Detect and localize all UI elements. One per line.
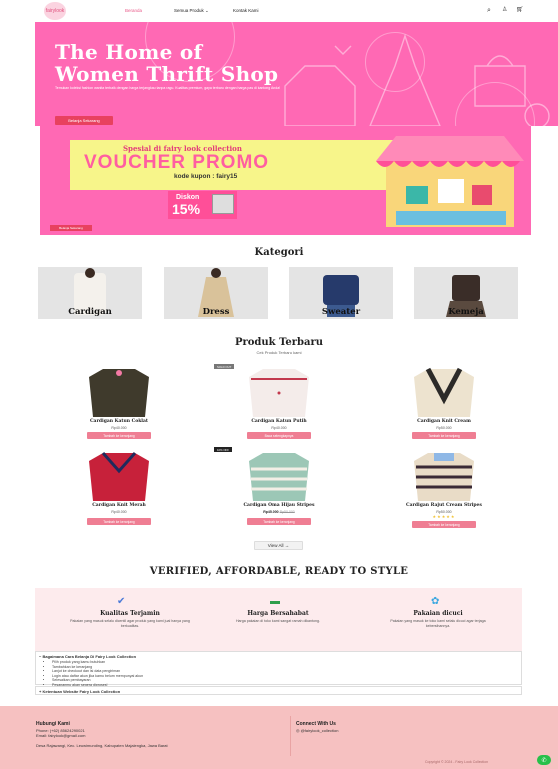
feature-title: Harga Bersahabat [247, 610, 309, 617]
user-icon[interactable]: ♙ [502, 7, 509, 14]
product-price: Rp40.000 [111, 510, 127, 514]
site-footer: Hubungi Kami Phone: (+62) 85624290021 Em… [0, 706, 558, 769]
products-title: Produk Terbaru [234, 337, 324, 348]
category-card-kemeja[interactable]: Kemeja [414, 267, 518, 319]
feature-desc: Harga pakaian di toko kami sangat ramah … [235, 619, 321, 623]
product-name[interactable]: Cardigan Katun Putih [214, 419, 344, 424]
footer-address: Desa Rajawangi, Kec. Leuwimunding, Kabup… [36, 743, 168, 748]
add-to-cart-button[interactable]: Tambah ke keranjang [87, 518, 151, 525]
accordion-how-to-shop[interactable]: − Bagaimana Cara Belanja Di Fairy Look C… [35, 651, 522, 688]
feature-title: Pakaian dicuci [413, 610, 463, 617]
gift-box-icon [212, 194, 234, 214]
hero-title: The Home of Women Thrift Shop [55, 40, 279, 86]
accordion-header[interactable]: + Ketentuan Website Fairy Look Collectio… [39, 689, 120, 694]
nav-beranda[interactable]: Beranda [125, 8, 142, 13]
add-to-cart-button[interactable]: Tambah ke keranjang [412, 521, 476, 528]
cart-icon[interactable]: 🛒︎ [516, 7, 524, 14]
tagline: VERIFIED, AFFORDABLE, READY TO STYLE [149, 566, 409, 577]
product-price: Rp40.000 [111, 426, 127, 430]
promo-shop-button[interactable]: Belanja Sekarang [50, 225, 92, 231]
footer-connect-title: Connect With Us [296, 721, 336, 727]
washing-icon: ✿ [431, 596, 440, 607]
products-subtitle: Cek Produk Terbaru kami [256, 350, 302, 355]
nav-kontak-kami[interactable]: Kontak Kami [233, 8, 259, 13]
category-card-cardigan[interactable]: Cardigan [38, 267, 142, 319]
feature-title: Kualitas Terjamin [100, 610, 160, 617]
rating-stars: ★★★★★ [432, 514, 456, 519]
product-image-cardigan-knit-cream[interactable] [404, 363, 484, 421]
product-name[interactable]: Cardigan Oma Hijau Stripes [214, 503, 344, 508]
whatsapp-icon[interactable]: ✆ [537, 755, 551, 765]
shop-now-button[interactable]: Belanja Sekarang [55, 116, 113, 125]
search-icon[interactable]: ⌕ [487, 7, 494, 14]
footer-divider [290, 716, 291, 756]
view-all-button[interactable]: View All → [254, 541, 303, 550]
accordion-header[interactable]: − Bagaimana Cara Belanja Di Fairy Look C… [39, 654, 136, 659]
hero-subtitle: Temukan koleksi fashion wanita terbaik d… [55, 86, 281, 90]
sold-out-badge: SOLD OUT [214, 364, 235, 369]
promo-code: kode kupon : fairy15 [174, 173, 238, 180]
accordion-terms[interactable]: + Ketentuan Website Fairy Look Collectio… [35, 686, 522, 695]
site-logo[interactable]: fairylook [44, 2, 66, 20]
product-image-cardigan-katun-coklat[interactable] [79, 363, 159, 421]
site-header: fairylook Beranda Semua Produk ⌄ Kontak … [0, 0, 558, 22]
discount-badge: Diskon 15% [168, 191, 237, 219]
instagram-icon: ◎ [296, 728, 300, 733]
product-image-cardigan-oma-hijau-stripes[interactable] [239, 447, 319, 505]
shopping-steps-list: Pilih produk yang kamu butuhkan Tambahka… [52, 660, 143, 688]
copyright: Copyright © 2024 - Fairy Look Collection [425, 760, 489, 764]
feature-desc: Pakaian yang masuk ke toko kami selalu d… [390, 619, 486, 628]
voucher-promo-banner[interactable]: Spesial di fairy look collection VOUCHER… [40, 126, 531, 235]
add-to-cart-button[interactable]: Tambah ke keranjang [412, 432, 476, 439]
product-price: Rp50.000 [436, 426, 452, 430]
product-name[interactable]: Cardigan Knit Merah [54, 503, 184, 508]
minus-icon: − [39, 654, 42, 659]
product-name[interactable]: Cardigan Rajut Cream Stripes [379, 503, 509, 508]
discount-badge: 10% OFF [214, 447, 232, 452]
nav-semua-produk[interactable]: Semua Produk ⌄ [174, 8, 209, 14]
product-price: Rp40.000 [271, 426, 287, 430]
product-image-cardigan-knit-merah[interactable] [79, 447, 159, 505]
add-to-cart-button[interactable]: Tambah ke keranjang [247, 518, 311, 525]
product-name[interactable]: Cardigan Katun Coklat [54, 419, 184, 424]
categories-title: Kategori [254, 247, 304, 258]
add-to-cart-button[interactable]: Tambah ke keranjang [87, 432, 151, 439]
hero-clothing-illustration [284, 33, 550, 126]
product-name[interactable]: Cardigan Knit Cream [379, 419, 509, 424]
read-more-button[interactable]: Baca selengkapnya [247, 432, 311, 439]
footer-email[interactable]: Email: fairylook@gmail.com [36, 733, 85, 739]
instagram-link[interactable]: ◎ @fairylook_collection [296, 728, 338, 734]
hero-banner: The Home of Women Thrift Shop Temukan ko… [35, 22, 558, 126]
arrow-right-icon: → [284, 543, 290, 548]
plus-icon: + [39, 689, 42, 694]
product-price: Rp45.000 Rp50.000 [263, 510, 295, 514]
check-icon: ✔ [117, 596, 126, 607]
chevron-down-icon: ⌄ [205, 8, 209, 13]
market-stall-illustration [376, 136, 524, 227]
feature-desc: Pakaian yang masuk selalu dicentil agar … [70, 619, 190, 628]
category-card-dress[interactable]: Dress [164, 267, 268, 319]
product-image-cardigan-katun-putih[interactable] [239, 363, 319, 421]
promo-title: VOUCHER PROMO [84, 152, 270, 173]
features-panel: ✔ Kualitas Terjamin Pakaian yang masuk s… [35, 588, 522, 651]
product-image-cardigan-rajut-cream-stripes[interactable] [404, 447, 484, 505]
money-icon: ▬ [270, 596, 280, 607]
footer-contact-title: Hubungi Kami [36, 721, 70, 727]
category-card-sweater[interactable]: Sweater [289, 267, 393, 319]
